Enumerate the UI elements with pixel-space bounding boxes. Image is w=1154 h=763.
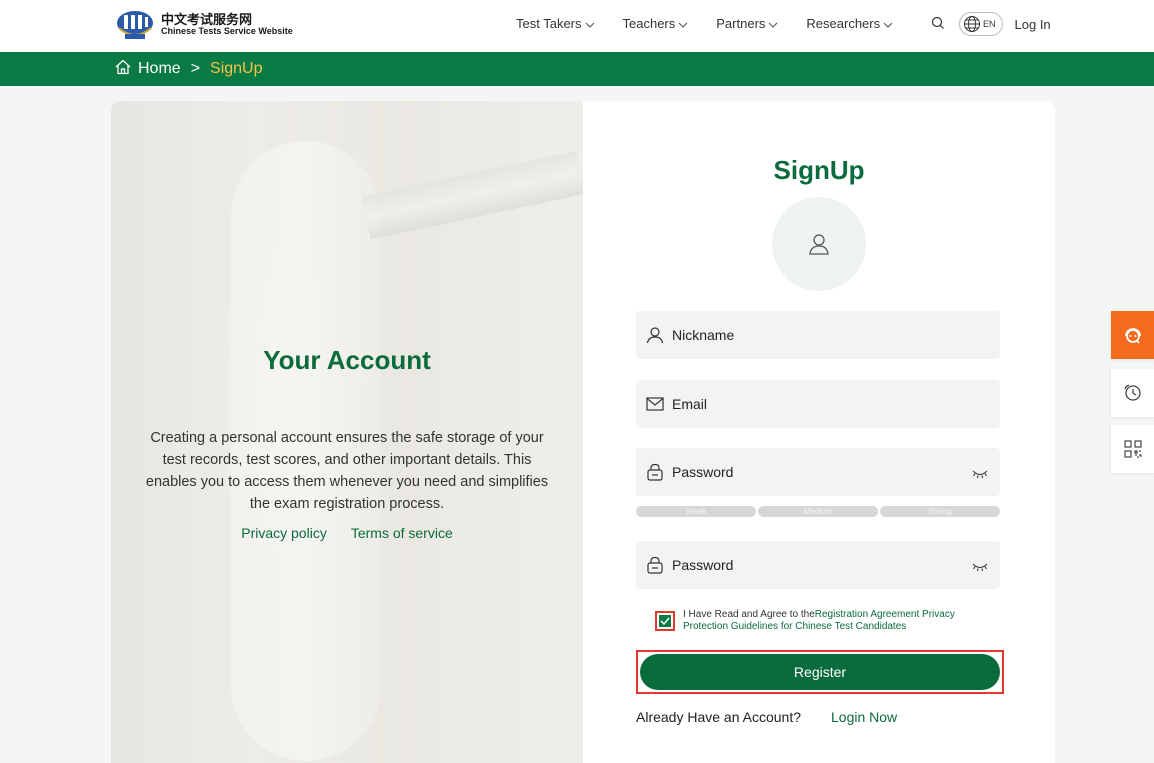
logo-english-name: Chinese Tests Service Website (161, 26, 293, 37)
eye-closed-icon[interactable] (972, 559, 988, 575)
nickname-placeholder: Nickname (672, 327, 735, 343)
strength-strong: Strong (880, 506, 1000, 517)
eye-closed-icon[interactable] (972, 466, 988, 482)
account-title: Your Account (263, 345, 431, 375)
privacy-policy-link[interactable]: Privacy policy (241, 525, 327, 541)
site-logo[interactable]: 中文考试服务网 Chinese Tests Service Website (113, 8, 293, 42)
lock-icon (646, 463, 664, 481)
avatar[interactable] (772, 197, 866, 291)
chevron-down-icon (678, 16, 688, 31)
user-icon (809, 234, 829, 255)
nickname-field[interactable]: Nickname (636, 311, 1000, 359)
lock-icon (646, 556, 664, 574)
nav-label: Researchers (806, 16, 881, 31)
nav-researchers[interactable]: Researchers (806, 16, 893, 31)
agreement-checkbox[interactable] (655, 611, 675, 631)
strength-medium: Medium (758, 506, 878, 517)
history-button[interactable] (1111, 369, 1154, 417)
site-header: 中文考试服务网 Chinese Tests Service Website Te… (0, 0, 1154, 52)
chevron-down-icon (883, 16, 893, 31)
breadcrumb: Home > SignUp (0, 52, 1154, 86)
nav-teachers[interactable]: Teachers (623, 16, 689, 31)
already-have-account-text: Already Have an Account? (636, 709, 801, 725)
agreement-text: I Have Read and Agree to theRegistration… (683, 609, 995, 633)
chevron-down-icon (768, 16, 778, 31)
qr-code-button[interactable] (1111, 425, 1154, 473)
agreement-row: I Have Read and Agree to theRegistration… (655, 609, 995, 633)
chevron-down-icon (585, 16, 595, 31)
header-login-link[interactable]: Log In (1015, 17, 1051, 32)
user-icon (646, 326, 664, 344)
agreement-prefix: I Have Read and Agree to the (683, 609, 815, 620)
globe-icon (964, 16, 980, 32)
nav-partners[interactable]: Partners (716, 16, 778, 31)
signup-card: Your Account Creating a personal account… (111, 101, 1055, 763)
policy-links: Privacy policy Terms of service (111, 525, 583, 541)
checkbox-checked (659, 615, 671, 627)
login-now-link[interactable]: Login Now (831, 709, 897, 725)
breadcrumb-home[interactable]: Home (138, 60, 181, 78)
check-icon (660, 617, 670, 625)
account-info-panel: Your Account Creating a personal account… (111, 101, 586, 763)
breadcrumb-separator: > (190, 60, 201, 77)
confirm-password-field[interactable]: Password (636, 541, 1000, 589)
nav-label: Test Takers (516, 16, 582, 31)
signup-form: SignUp Nickname Email Password Weak Medi… (583, 101, 1055, 763)
nav-label: Partners (716, 16, 766, 31)
breadcrumb-current: SignUp (210, 60, 263, 77)
nav-test-takers[interactable]: Test Takers (516, 16, 595, 31)
email-field[interactable]: Email (636, 380, 1000, 428)
home-icon[interactable] (114, 58, 132, 81)
password-placeholder: Password (672, 464, 734, 480)
header-actions: EN Log In (931, 12, 1051, 36)
language-code: EN (983, 19, 996, 29)
logo-chinese-name: 中文考试服务网 (161, 11, 253, 27)
qr-code-icon (1123, 440, 1142, 458)
login-prompt: Already Have an Account? Login Now (636, 709, 897, 725)
language-switch[interactable]: EN (959, 12, 1003, 36)
password-field[interactable]: Password (636, 448, 1000, 496)
logo-text: 中文考试服务网 Chinese Tests Service Website (161, 11, 293, 37)
customer-service-button[interactable] (1111, 311, 1154, 359)
mail-icon (646, 397, 664, 411)
register-button[interactable]: Register (640, 654, 1000, 690)
strength-weak: Weak (636, 506, 756, 517)
terms-of-service-link[interactable]: Terms of service (351, 525, 453, 541)
signup-title: SignUp (773, 155, 865, 185)
clock-icon (1123, 384, 1141, 401)
search-icon[interactable] (931, 16, 945, 33)
nav-label: Teachers (622, 16, 676, 31)
password-strength-meter: Weak Medium Strong (636, 506, 1000, 517)
account-description: Creating a personal account ensures the … (145, 430, 549, 512)
email-placeholder: Email (672, 396, 708, 412)
main-nav: Test Takers Teachers Partners Researcher… (516, 16, 921, 31)
account-info-content: Your Account Creating a personal account… (111, 101, 583, 763)
confirm-password-placeholder: Password (672, 557, 734, 573)
headset-icon (1124, 328, 1141, 344)
logo-emblem-icon (113, 8, 157, 42)
register-button-highlight: Register (636, 650, 1004, 694)
